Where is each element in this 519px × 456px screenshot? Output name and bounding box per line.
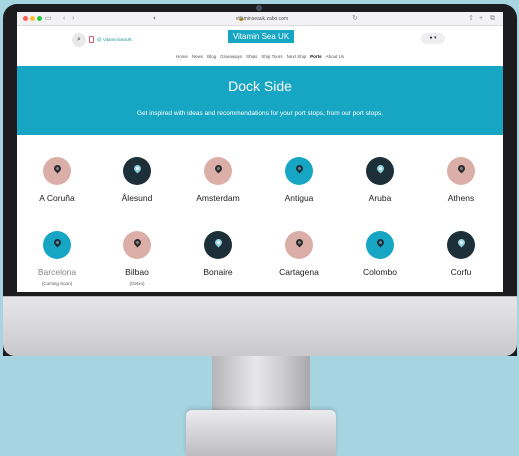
reload-icon[interactable]: ↻ [352, 14, 358, 24]
user-icon: ● [429, 35, 433, 41]
nav-item-news[interactable]: News [192, 54, 203, 59]
map-pin-icon [132, 163, 143, 174]
port-name[interactable]: Cartagena [259, 267, 339, 278]
minimize-window-button[interactable] [30, 16, 35, 21]
main-nav: Home News Blog Giveaways Ships Ship Tours Next… [17, 53, 503, 61]
port-pin-badge[interactable] [447, 231, 475, 259]
search-button[interactable]: ⌕ [72, 33, 86, 47]
map-pin-icon [294, 237, 305, 248]
account-menu-button[interactable]: ● ▾ [421, 33, 445, 44]
port-pin-badge[interactable] [43, 157, 71, 185]
port-name[interactable]: Ålesund [97, 193, 177, 204]
map-pin-icon [213, 237, 224, 248]
nav-item-home[interactable]: Home [176, 54, 188, 59]
browser-toolbar: ▭ ‹ › ◐ 🔒 vitaminseauk.zabo.com ↻ ⇧ + ⧉ [17, 12, 503, 26]
port-pin-badge[interactable] [366, 157, 394, 185]
map-pin-icon [456, 163, 467, 174]
privacy-shield-icon[interactable]: ◐ [153, 14, 157, 24]
forward-arrow-icon[interactable]: › [72, 14, 74, 24]
site-header: ⌕ @ VitaminSeaUK Vitamin Sea UK ● ▾ Home… [17, 26, 503, 66]
map-pin-icon [52, 163, 63, 174]
port-pin-badge[interactable] [447, 157, 475, 185]
port-name[interactable]: Bilbao [97, 267, 177, 278]
maximize-window-button[interactable] [37, 16, 42, 21]
port-name[interactable]: Bonaire [178, 267, 258, 278]
port-pin-badge[interactable] [285, 231, 313, 259]
hero-banner: Dock Side Get inspired with ideas and re… [17, 66, 503, 135]
port-note: (Coming Soon) [41, 281, 73, 286]
nav-item-ports[interactable]: Ports [310, 54, 322, 59]
nav-item-ship-tours[interactable]: Ship Tours [261, 54, 282, 59]
map-pin-icon [375, 237, 386, 248]
nav-item-ships[interactable]: Ships [246, 54, 257, 59]
social-handle[interactable]: @ VitaminSeaUK [97, 36, 132, 43]
port-name[interactable]: A Coruña [17, 193, 97, 204]
sidebar-toggle-icon[interactable]: ▭ [45, 14, 52, 24]
map-pin-icon [294, 163, 305, 174]
port-pin-badge[interactable] [204, 231, 232, 259]
monitor-chin [3, 296, 517, 356]
nav-item-blog[interactable]: Blog [207, 54, 216, 59]
chevron-down-icon: ▾ [433, 35, 437, 41]
port-pin-badge[interactable] [285, 157, 313, 185]
nav-item-giveaways[interactable]: Giveaways [220, 54, 242, 59]
map-pin-icon [375, 163, 386, 174]
share-icon[interactable]: ⇧ [468, 14, 474, 24]
nav-item-next-ship[interactable]: Next Ship [287, 54, 307, 59]
camera-icon [256, 5, 262, 11]
monitor-stand-base [186, 410, 336, 456]
close-window-button[interactable] [23, 16, 28, 21]
nav-item-about-us[interactable]: About Us [326, 54, 345, 59]
port-pin-badge[interactable] [123, 231, 151, 259]
port-name[interactable]: Colombo [340, 267, 420, 278]
port-note: (Getxo) [129, 281, 145, 286]
port-name[interactable]: Aruba [340, 193, 420, 204]
page-title: Dock Side [228, 78, 292, 94]
port-pin-badge[interactable] [43, 231, 71, 259]
port-name[interactable]: Amsterdam [178, 193, 258, 204]
page-subtitle: Get inspired with ideas and recommendati… [136, 110, 384, 117]
tab-overview-icon[interactable]: ⧉ [490, 14, 495, 24]
map-pin-icon [132, 237, 143, 248]
port-name[interactable]: Corfu [421, 267, 501, 278]
monitor-stand-neck [212, 356, 310, 412]
new-tab-icon[interactable]: + [479, 14, 483, 24]
map-pin-icon [456, 237, 467, 248]
port-name[interactable]: Barcelona [17, 267, 97, 278]
map-pin-icon [52, 237, 63, 248]
port-pin-badge[interactable] [123, 157, 151, 185]
search-icon: ⌕ [77, 36, 81, 43]
port-grid: A Coruña Ålesund Amsterdam Antigua Aruba Athe… [17, 157, 503, 292]
port-name[interactable]: Antigua [259, 193, 339, 204]
address-bar[interactable]: vitaminseauk.zabo.com [187, 15, 337, 23]
port-pin-badge[interactable] [204, 157, 232, 185]
map-pin-icon [213, 163, 224, 174]
screen: ▭ ‹ › ◐ 🔒 vitaminseauk.zabo.com ↻ ⇧ + ⧉ … [17, 12, 503, 292]
port-name[interactable]: Athens [421, 193, 501, 204]
back-arrow-icon[interactable]: ‹ [63, 14, 65, 24]
phone-icon [89, 36, 94, 43]
site-logo[interactable]: Vitamin Sea UK [228, 30, 294, 43]
port-pin-badge[interactable] [366, 231, 394, 259]
